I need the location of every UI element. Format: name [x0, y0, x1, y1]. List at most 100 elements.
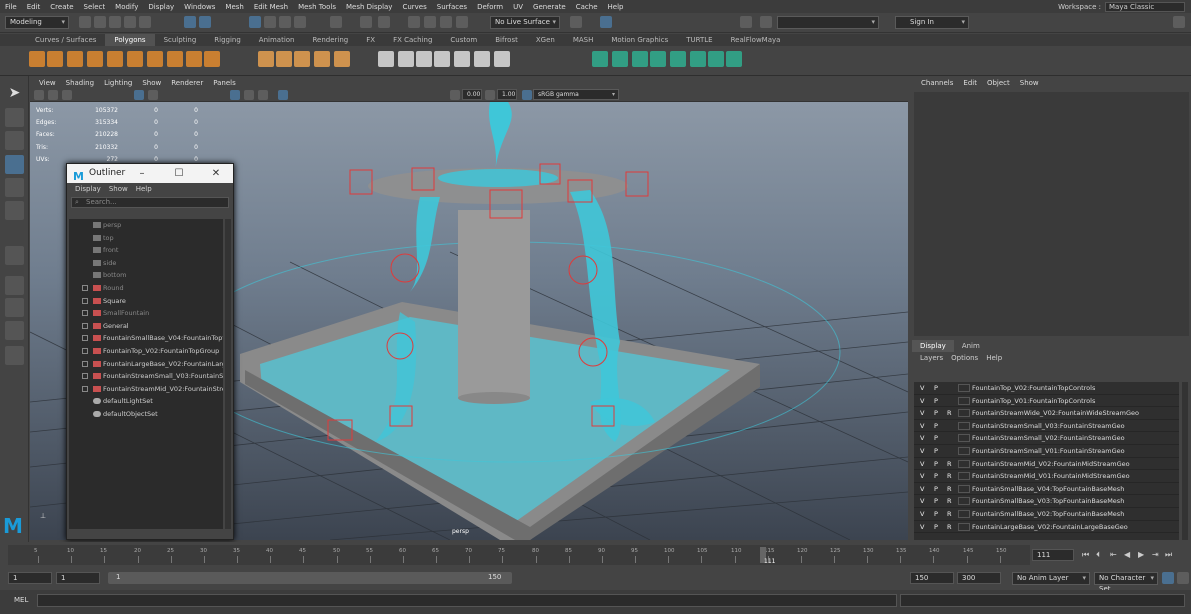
rotate-tool-icon[interactable]	[5, 178, 24, 197]
layer-color-swatch[interactable]	[958, 409, 970, 418]
expand-icon[interactable]	[82, 322, 88, 329]
shelf-bridge-icon[interactable]	[398, 51, 414, 67]
expand-icon[interactable]	[82, 284, 88, 291]
outliner-item[interactable]: General	[69, 320, 223, 333]
shelf-plane-icon[interactable]	[127, 51, 143, 67]
open-scene-icon[interactable]	[94, 16, 106, 28]
layer-row[interactable]: V P R FountainSmallBase_V04:TopFountainBase…	[914, 483, 1179, 496]
sign-in-button[interactable]: Sign In	[895, 16, 969, 29]
go-to-start-icon[interactable]: ⏮	[1082, 550, 1089, 560]
shelf-unfold-icon[interactable]	[670, 51, 686, 67]
end-time-field[interactable]: 300	[957, 572, 1001, 584]
xray-icon[interactable]	[570, 16, 582, 28]
auto-key-icon[interactable]	[1162, 572, 1174, 584]
layer-visibility-toggle[interactable]: V	[920, 483, 924, 496]
attribute-editor-icon[interactable]	[740, 16, 752, 28]
outliner-item[interactable]: defaultObjectSet	[69, 408, 223, 421]
outliner-item[interactable]: FountainStreamMid_V02:FountainStre	[69, 383, 223, 396]
shelf-tab-sculpting[interactable]: Sculpting	[155, 34, 206, 46]
outliner-item[interactable]: defaultLightSet	[69, 395, 223, 408]
layer-playback-toggle[interactable]: P	[934, 407, 938, 420]
shelf-sphere-icon[interactable]	[29, 51, 45, 67]
viewport-menu-renderer[interactable]: Renderer	[166, 78, 208, 89]
play-backwards-icon[interactable]: ◀	[1124, 550, 1130, 559]
channel-menu-show[interactable]: Show	[1015, 79, 1044, 87]
redo-icon[interactable]	[139, 16, 151, 28]
playback-range-bar[interactable]: 1 150	[108, 572, 512, 584]
layer-row[interactable]: V P R FountainSmallBase_V02:TopFountainBase…	[914, 508, 1179, 521]
layer-tab-display[interactable]: Display	[912, 340, 954, 352]
viewport-menu-shading[interactable]: Shading	[61, 78, 99, 89]
layer-menu-help[interactable]: Help	[982, 352, 1006, 364]
outliner-item[interactable]: FountainTop_V02:FountainTopGroup	[69, 345, 223, 358]
layer-scrollbar[interactable]	[1182, 382, 1188, 540]
save-scene-icon[interactable]	[109, 16, 121, 28]
layer-color-swatch[interactable]	[958, 459, 970, 468]
shelf-disc-icon[interactable]	[147, 51, 163, 67]
go-to-end-icon[interactable]: ⏭	[1165, 550, 1172, 560]
menu-edit[interactable]: Edit	[22, 3, 46, 11]
outliner-item[interactable]: FountainStreamSmall_V03:FountainSt	[69, 370, 223, 383]
shelf-layout-icon[interactable]	[650, 51, 666, 67]
outliner-item[interactable]: side	[69, 257, 223, 270]
expand-icon[interactable]	[82, 385, 88, 392]
two-view-icon[interactable]	[5, 321, 24, 340]
lock-icon[interactable]	[360, 16, 372, 28]
menu-deform[interactable]: Deform	[472, 3, 508, 11]
shelf-tab-fx[interactable]: FX	[357, 34, 384, 46]
shelf-separate-icon[interactable]	[276, 51, 292, 67]
layer-tab-anim[interactable]: Anim	[954, 340, 988, 352]
layer-visibility-toggle[interactable]: V	[920, 521, 924, 534]
step-back-icon[interactable]: ⏴	[1096, 550, 1100, 560]
layer-color-swatch[interactable]	[958, 497, 970, 506]
layer-visibility-toggle[interactable]: V	[920, 432, 924, 445]
outliner-item[interactable]: Round	[69, 282, 223, 295]
layer-visibility-toggle[interactable]: V	[920, 495, 924, 508]
undo-icon[interactable]	[124, 16, 136, 28]
layer-playback-toggle[interactable]: P	[934, 458, 938, 471]
menu-cache[interactable]: Cache	[571, 3, 603, 11]
shelf-text-icon[interactable]	[186, 51, 202, 67]
shelf-platonic-icon[interactable]	[167, 51, 183, 67]
layer-visibility-toggle[interactable]: V	[920, 395, 924, 408]
lasso-tool-icon[interactable]	[5, 108, 24, 127]
menu-mesh-tools[interactable]: Mesh Tools	[293, 3, 341, 11]
mel-label[interactable]: MEL	[14, 596, 28, 604]
layer-playback-toggle[interactable]: P	[934, 420, 938, 433]
move-tool-icon[interactable]	[5, 155, 24, 174]
outliner-menu-help[interactable]: Help	[132, 183, 156, 195]
shelf-fill-hole-icon[interactable]	[494, 51, 510, 67]
menu-mesh-display[interactable]: Mesh Display	[341, 3, 397, 11]
layer-menu-options[interactable]: Options	[947, 352, 982, 364]
layer-color-swatch[interactable]	[958, 522, 970, 531]
shelf-tab-mash[interactable]: MASH	[564, 34, 603, 46]
shelf-extract-icon[interactable]	[294, 51, 310, 67]
shelf-tab-motion-graphics[interactable]: Motion Graphics	[602, 34, 677, 46]
layer-visibility-toggle[interactable]: V	[920, 445, 924, 458]
viewport-menu-show[interactable]: Show	[137, 78, 166, 89]
layer-color-swatch[interactable]	[958, 484, 970, 493]
menu-curves[interactable]: Curves	[397, 3, 431, 11]
textured-icon[interactable]	[258, 90, 268, 100]
film-gate-icon[interactable]	[148, 90, 158, 100]
shelf-auto-map-icon[interactable]	[632, 51, 648, 67]
layer-row[interactable]: V P FountainTop_V01:FountainTopControls	[914, 395, 1179, 408]
shelf-tab-custom[interactable]: Custom	[441, 34, 486, 46]
shelf-cut-uv-icon[interactable]	[690, 51, 706, 67]
channel-menu-channels[interactable]: Channels	[916, 79, 958, 87]
layer-row[interactable]: V P R FountainLargeBase_V02:FountainLargeBa…	[914, 521, 1179, 534]
new-scene-icon[interactable]	[79, 16, 91, 28]
select-object-icon[interactable]	[199, 16, 211, 28]
shelf-bevel-icon[interactable]	[378, 51, 394, 67]
layer-visibility-toggle[interactable]: V	[920, 470, 924, 483]
layer-reference-toggle[interactable]: R	[947, 495, 952, 508]
colorspace-dropdown[interactable]: sRGB gamma	[533, 89, 619, 100]
outliner-search-field[interactable]: ⌕ Search...	[71, 197, 229, 208]
layer-color-swatch[interactable]	[958, 421, 970, 430]
render-frame-icon[interactable]	[408, 16, 420, 28]
outliner-menu-show[interactable]: Show	[105, 183, 132, 195]
outliner-layout-icon[interactable]	[5, 346, 24, 365]
shelf-tab-realflowmaya[interactable]: RealFlowMaya	[722, 34, 790, 46]
layer-playback-toggle[interactable]: P	[934, 483, 938, 496]
shelf-tab-fx-caching[interactable]: FX Caching	[384, 34, 441, 46]
